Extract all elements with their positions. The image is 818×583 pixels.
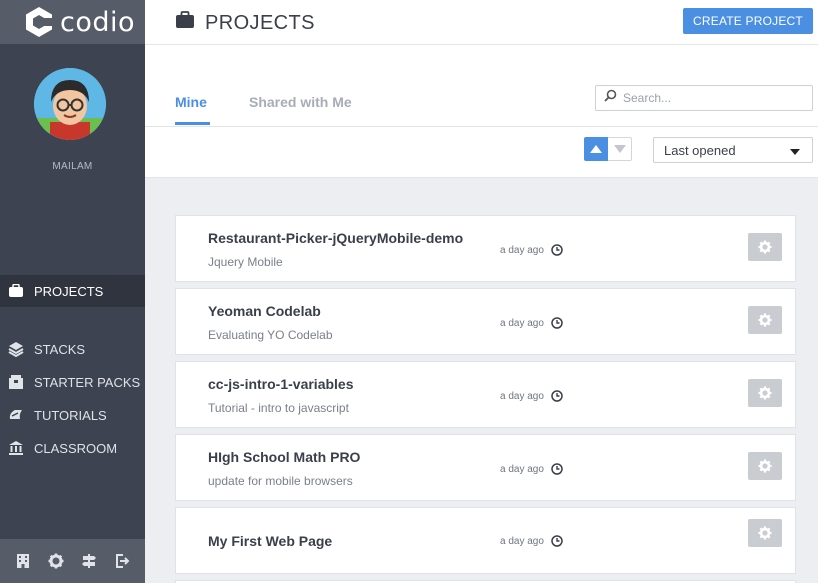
search-box[interactable] [595,85,813,111]
sidebar-item-tutorials[interactable]: TUTORIALS [0,399,145,431]
project-description: update for mobile browsers [208,474,353,488]
project-name[interactable]: HIgh School Math PRO [208,449,360,465]
sidebar: codio MAILAM PROJECTS STACKS STARTER PAC… [0,0,145,583]
sidebar-footer [0,539,145,583]
sidebar-item-label: CLASSROOM [34,440,118,456]
top-header: PROJECTS CREATE PROJECT [145,0,818,45]
project-name[interactable]: cc-js-intro-1-variables [208,376,354,392]
clock-icon [551,317,563,329]
logo-text: codio [60,6,136,38]
search-icon [604,89,617,107]
triangle-up-icon [590,140,602,158]
page-title: PROJECTS [175,11,315,35]
codio-logo-icon [26,7,54,37]
gear-icon [758,240,772,254]
avatar-image [34,68,106,140]
logo[interactable]: codio [0,0,145,44]
sidebar-item-label: STARTER PACKS [34,374,141,390]
project-time: a day ago [500,317,563,329]
active-tab-indicator [175,122,210,125]
graduation-icon [7,406,25,424]
sidebar-item-stacks[interactable]: STACKS [0,333,145,365]
briefcase-icon [7,282,25,300]
institution-icon [7,439,25,457]
project-card[interactable]: Restaurant-Picker-jQueryMobile-demo Jque… [175,215,796,282]
project-card[interactable]: My First Web Page a day ago [175,507,796,574]
building-icon[interactable] [13,551,33,571]
sort-selected-value: Last opened [664,142,736,158]
sidebar-item-classroom[interactable]: CLASSROOM [0,432,145,464]
sidebar-item-label: STACKS [34,341,86,357]
tab-mine[interactable]: Mine [175,94,207,110]
clock-icon [551,535,563,547]
page-title-text: PROJECTS [205,11,315,34]
project-name[interactable]: My First Web Page [208,533,332,549]
signpost-icon[interactable] [79,551,99,571]
search-input[interactable] [623,91,803,105]
project-description: Jquery Mobile [208,255,283,269]
gear-icon [758,386,772,400]
sort-bar: Last opened [145,127,818,178]
gear-icon[interactable] [46,551,66,571]
project-time: a day ago [500,535,563,547]
project-settings-button[interactable] [748,306,782,334]
project-time: a day ago [500,244,563,256]
project-time: a day ago [500,390,563,402]
username: MAILAM [52,161,93,172]
project-time-text: a day ago [500,390,544,402]
project-time-text: a day ago [500,535,544,547]
project-time-text: a day ago [500,317,544,329]
project-name[interactable]: Restaurant-Picker-jQueryMobile-demo [208,230,463,246]
sidebar-item-label: PROJECTS [34,283,104,299]
clock-icon [551,463,563,475]
clock-icon [551,244,563,256]
project-settings-button[interactable] [748,379,782,407]
layers-icon [7,340,25,358]
triangle-down-icon [613,140,626,158]
project-settings-button[interactable] [748,519,782,547]
caret-down-icon [790,143,800,158]
sidebar-item-projects[interactable]: PROJECTS [0,275,145,307]
gear-icon [758,313,772,327]
project-list: Restaurant-Picker-jQueryMobile-demo Jque… [175,215,796,583]
logout-icon[interactable] [112,551,132,571]
project-time-text: a day ago [500,463,544,475]
tab-shared-with-me[interactable]: Shared with Me [249,94,352,110]
create-project-button[interactable]: CREATE PROJECT [683,8,813,34]
project-settings-button[interactable] [748,233,782,261]
project-description: Evaluating YO Codelab [208,328,333,342]
sort-ascending-button[interactable] [584,137,608,161]
project-settings-button[interactable] [748,452,782,480]
project-time: a day ago [500,463,563,475]
sort-order-select[interactable]: Last opened [653,137,813,163]
tab-bar: Mine Shared with Me [145,45,818,127]
project-card[interactable]: HIgh School Math PRO update for mobile b… [175,434,796,501]
project-name[interactable]: Yeoman Codelab [208,303,321,319]
gear-icon [758,526,772,540]
box-icon [7,373,25,391]
avatar[interactable] [34,68,106,140]
gear-icon [758,459,772,473]
project-description: Tutorial - intro to javascript [208,401,349,415]
briefcase-icon [175,11,195,35]
project-card[interactable]: Yeoman Codelab Evaluating YO Codelab a d… [175,288,796,355]
clock-icon [551,390,563,402]
sidebar-item-label: TUTORIALS [34,407,107,423]
sort-descending-button[interactable] [608,137,632,161]
sidebar-item-starter-packs[interactable]: STARTER PACKS [0,366,145,398]
project-time-text: a day ago [500,244,544,256]
project-card[interactable]: cc-js-intro-1-variables Tutorial - intro… [175,361,796,428]
